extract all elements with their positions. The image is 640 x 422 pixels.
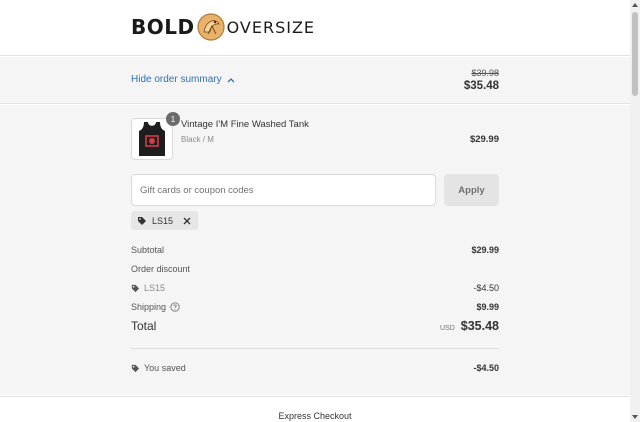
- chevron-up-icon: [227, 77, 235, 82]
- footer: Express Checkout: [0, 396, 630, 422]
- you-saved-row: You saved -$4.50: [131, 363, 499, 373]
- tag-icon: [138, 216, 146, 225]
- discount-value: -$4.50: [473, 283, 499, 293]
- brand-word-bold: BOLD: [131, 15, 195, 39]
- scroll-down-arrow-icon[interactable]: [632, 415, 638, 419]
- you-saved-label: You saved: [144, 363, 186, 373]
- brand-mascot-icon: [196, 13, 225, 41]
- you-saved-value: -$4.50: [473, 363, 499, 373]
- compare-at-total: $39.98: [471, 68, 499, 78]
- discount-code-row: LS15 -$4.50: [131, 283, 499, 293]
- header: BOLD OVERSIZE: [0, 0, 630, 56]
- product-thumbnail: [131, 118, 173, 160]
- total-label: Total: [131, 319, 157, 333]
- total-value: $35.48: [460, 319, 499, 333]
- order-discount-row: Order discount: [131, 264, 499, 274]
- coupon-code-input[interactable]: [131, 174, 436, 206]
- applied-code-label: LS15: [152, 215, 174, 226]
- order-summary-bar: Hide order summary $39.98 $35.48: [0, 57, 630, 104]
- applied-discount-tag: LS15: [131, 211, 199, 230]
- tag-icon: [131, 364, 140, 372]
- brand-logo[interactable]: BOLD OVERSIZE: [131, 12, 315, 42]
- order-discount-label: Order discount: [131, 264, 191, 274]
- subtotal-value: $29.99: [471, 245, 499, 255]
- currency-code: USD: [439, 325, 455, 332]
- tank-top-image: [139, 122, 165, 156]
- brand-word-oversize: OVERSIZE: [226, 17, 316, 37]
- discount-code-label: LS15: [144, 283, 166, 293]
- scrollbar-thumb[interactable]: [632, 12, 638, 96]
- product-name: Vintage I'M Fine Washed Tank: [181, 119, 309, 130]
- vertical-scrollbar[interactable]: [630, 0, 640, 422]
- remove-discount-icon[interactable]: [182, 216, 192, 226]
- scroll-up-arrow-icon[interactable]: [632, 3, 638, 7]
- shipping-label: Shipping: [131, 302, 167, 312]
- product-price: $29.99: [469, 134, 499, 145]
- divider: [131, 348, 499, 349]
- shipping-value: $9.99: [476, 302, 499, 312]
- subtotal-row: Subtotal $29.99: [131, 245, 499, 255]
- hide-order-summary-toggle[interactable]: Hide order summary: [131, 74, 235, 85]
- subtotal-label: Subtotal: [131, 245, 165, 255]
- summary-total: $35.48: [463, 80, 499, 92]
- shipping-row: Shipping $9.99: [131, 302, 499, 312]
- help-circle-icon[interactable]: [170, 302, 180, 312]
- tag-icon: [131, 284, 140, 292]
- toggle-label: Hide order summary: [131, 74, 222, 85]
- product-variant: Black / M: [181, 135, 214, 144]
- order-summary-panel: 1 Vintage I'M Fine Washed Tank Black / M…: [0, 105, 630, 395]
- express-checkout-heading: Express Checkout: [278, 411, 352, 421]
- total-row: Total USD $35.48: [131, 319, 499, 333]
- apply-coupon-button[interactable]: Apply: [444, 174, 499, 206]
- quantity-badge: 1: [166, 112, 180, 126]
